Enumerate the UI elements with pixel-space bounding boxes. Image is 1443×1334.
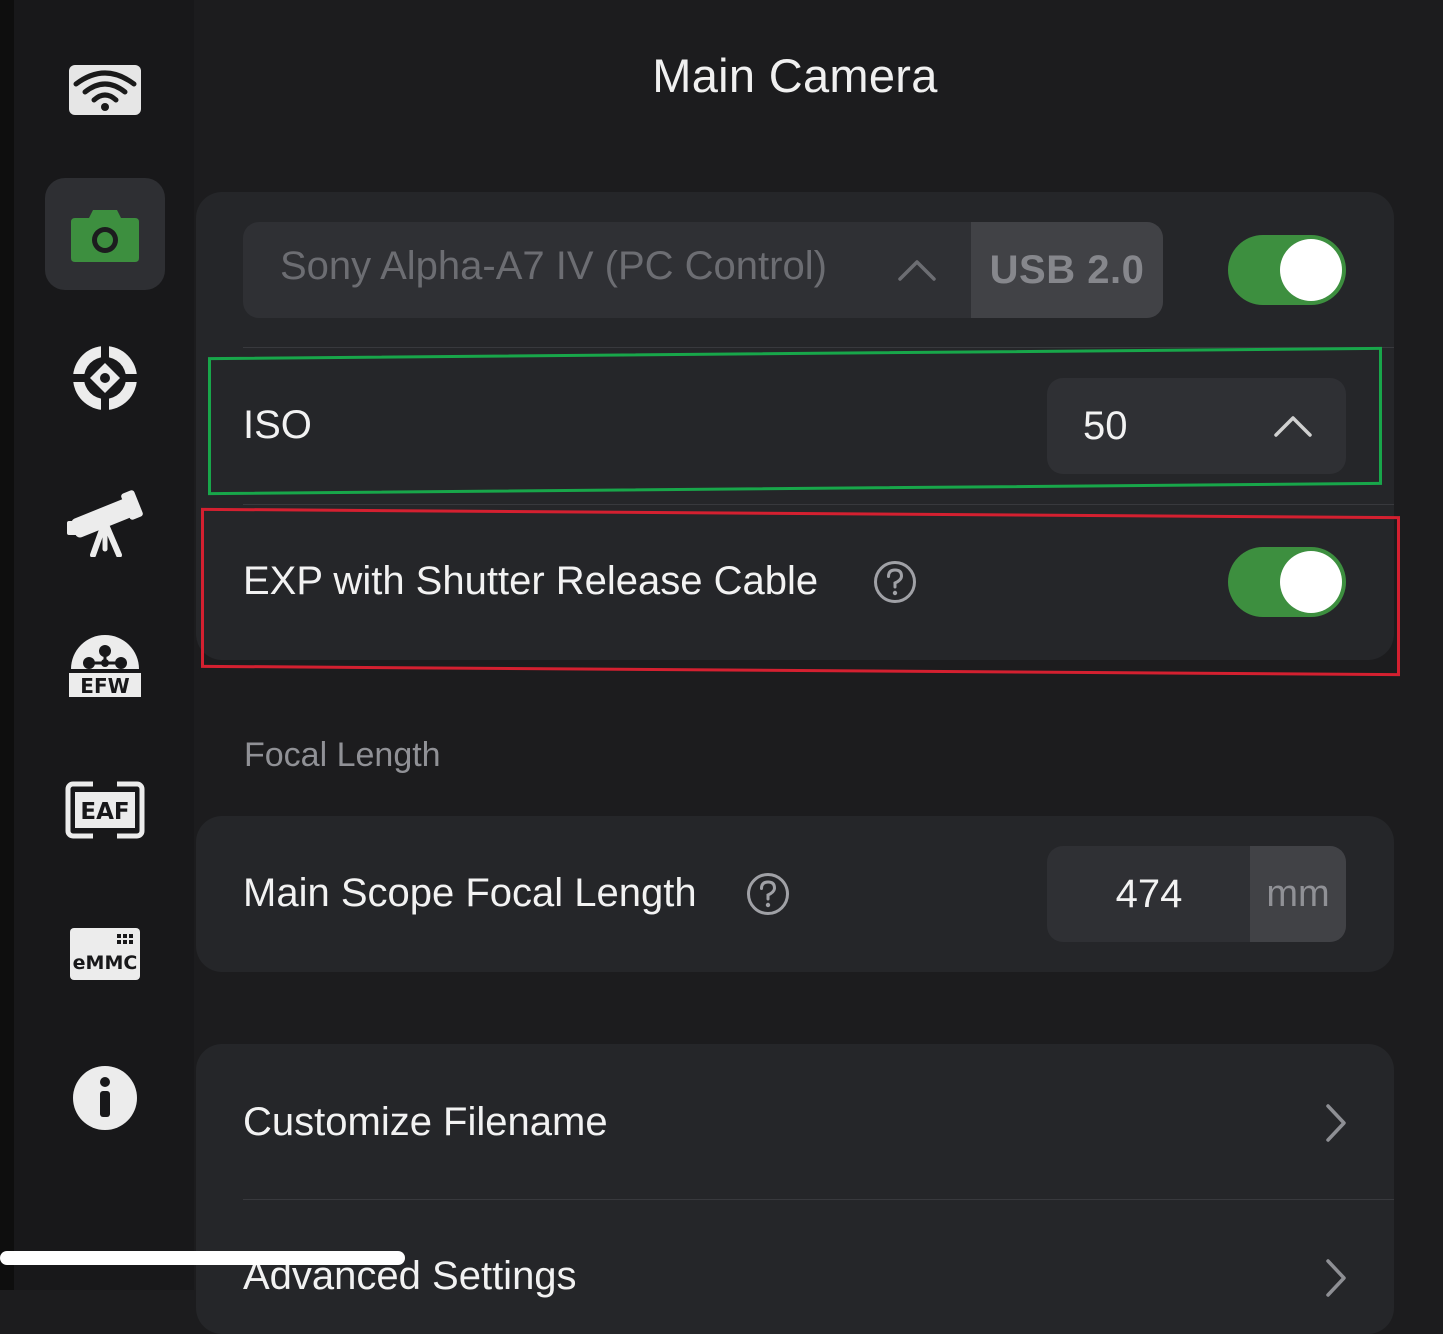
svg-text:eMMC: eMMC bbox=[73, 952, 138, 974]
home-indicator-bar bbox=[0, 1251, 405, 1265]
svg-text:EAF: EAF bbox=[80, 799, 129, 825]
camera-enable-toggle[interactable] bbox=[1228, 235, 1346, 305]
svg-text:EFW: EFW bbox=[80, 674, 129, 698]
help-icon[interactable] bbox=[746, 872, 790, 916]
focal-length-unit: mm bbox=[1250, 846, 1346, 942]
sidebar-item-info[interactable] bbox=[45, 1042, 165, 1154]
sidebar-item-wifi[interactable] bbox=[45, 34, 165, 146]
chevron-right-icon bbox=[1326, 1259, 1346, 1297]
menu-item-customize-filename[interactable]: Customize Filename bbox=[196, 1044, 1394, 1199]
efw-icon: EFW bbox=[69, 635, 141, 698]
sidebar-item-emmc[interactable]: eMMC bbox=[45, 898, 165, 1010]
sidebar-item-eaf[interactable]: EAF bbox=[45, 754, 165, 866]
focal-length-heading: Focal Length bbox=[244, 736, 441, 774]
eaf-icon: EAF bbox=[65, 781, 145, 839]
divider bbox=[243, 504, 1394, 505]
sidebar-item-telescope[interactable] bbox=[45, 466, 165, 578]
sidebar-item-guide[interactable] bbox=[45, 322, 165, 434]
focal-length-card: Main Scope Focal Length 474 mm bbox=[196, 816, 1394, 972]
highlight-box-red bbox=[201, 507, 1400, 677]
camera-icon bbox=[71, 210, 139, 262]
connection-badge: USB 2.0 bbox=[971, 222, 1163, 318]
telescope-icon bbox=[67, 490, 143, 557]
page-title: Main Camera bbox=[652, 49, 938, 102]
info-icon bbox=[73, 1066, 137, 1130]
highlight-box-green bbox=[208, 346, 1382, 496]
wifi-icon bbox=[69, 65, 141, 115]
menu-item-advanced-settings[interactable]: Advanced Settings bbox=[196, 1200, 1394, 1334]
main-scope-focal-length-label: Main Scope Focal Length bbox=[243, 871, 697, 915]
chevron-up-icon bbox=[898, 260, 936, 281]
chevron-right-icon bbox=[1326, 1104, 1346, 1142]
focal-length-input[interactable]: 474 mm bbox=[1047, 846, 1346, 942]
camera-device-select[interactable]: Sony Alpha-A7 IV (PC Control) USB 2.0 bbox=[243, 222, 1163, 318]
camera-device-name: Sony Alpha-A7 IV (PC Control) bbox=[280, 244, 827, 288]
toggle-knob bbox=[1280, 239, 1342, 301]
emmc-icon: eMMC bbox=[70, 928, 140, 980]
sidebar: EFW EAF eMMC bbox=[14, 0, 194, 1290]
screen-edge bbox=[0, 0, 14, 1290]
guide-target-icon bbox=[73, 346, 137, 410]
menu-item-label: Customize Filename bbox=[243, 1100, 608, 1144]
sidebar-item-efw[interactable]: EFW bbox=[45, 608, 165, 720]
focal-length-value: 474 bbox=[1115, 872, 1183, 916]
sidebar-item-camera[interactable] bbox=[45, 178, 165, 290]
menu-card: Customize Filename Advanced Settings bbox=[196, 1044, 1394, 1334]
